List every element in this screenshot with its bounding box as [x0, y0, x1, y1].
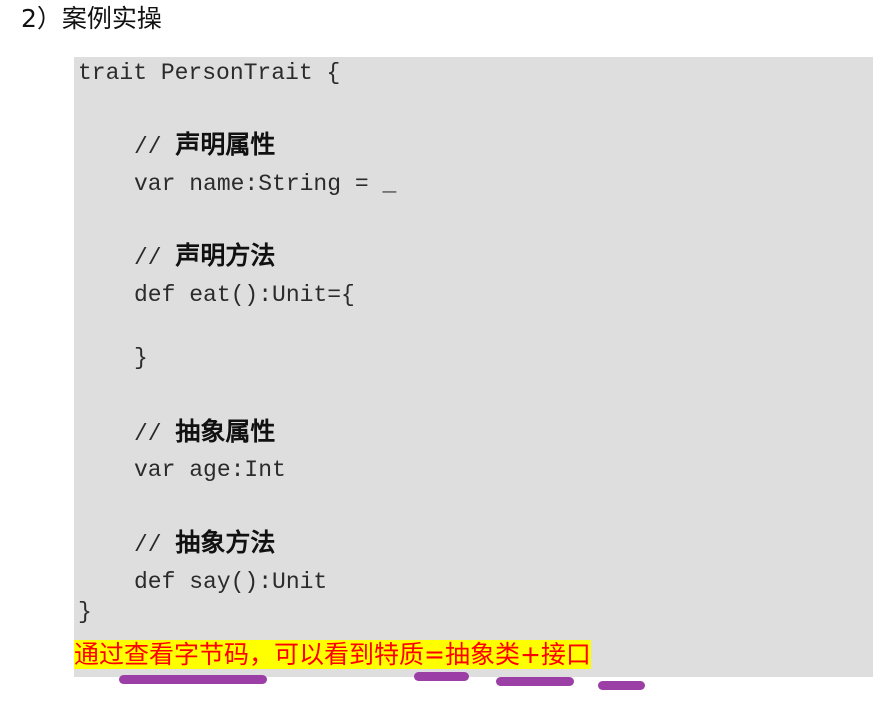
- code-line-trait-declaration: trait PersonTrait {: [78, 60, 341, 86]
- note-text: 通过查看字节码，可以看到特质=抽象类+接口: [74, 640, 591, 669]
- comment-text: 声明方法: [175, 241, 276, 270]
- comment-text: 声明属性: [175, 130, 276, 159]
- comment-slashes: //: [134, 421, 176, 447]
- underline-mark-trait: [414, 672, 469, 681]
- underline-mark-view-bytecode: [119, 675, 267, 684]
- code-comment-declare-attribute: // 声明属性: [134, 130, 275, 160]
- code-line-var-name: var name:String = _: [134, 171, 397, 197]
- code-block: trait PersonTrait { // 声明属性 var name:Str…: [74, 57, 873, 677]
- underline-mark-abstract-class: [496, 677, 574, 686]
- section-heading: 2）案例实操: [21, 4, 162, 33]
- code-line-outer-close-brace: }: [78, 599, 92, 625]
- code-line-def-eat: def eat():Unit={: [134, 282, 355, 308]
- comment-slashes: //: [134, 245, 176, 271]
- comment-slashes: //: [134, 532, 176, 558]
- underline-mark-interface: [598, 681, 645, 690]
- code-line-def-say: def say():Unit: [134, 569, 328, 595]
- code-line-var-age: var age:Int: [134, 457, 286, 483]
- comment-text: 抽象方法: [175, 528, 276, 557]
- comment-slashes: //: [134, 134, 176, 160]
- highlighted-note: 通过查看字节码，可以看到特质=抽象类+接口: [74, 632, 591, 678]
- code-comment-declare-method: // 声明方法: [134, 241, 275, 271]
- code-comment-abstract-attribute: // 抽象属性: [134, 417, 275, 447]
- comment-text: 抽象属性: [175, 417, 276, 446]
- code-line-inner-close-brace: }: [134, 345, 148, 371]
- code-comment-abstract-method: // 抽象方法: [134, 528, 275, 558]
